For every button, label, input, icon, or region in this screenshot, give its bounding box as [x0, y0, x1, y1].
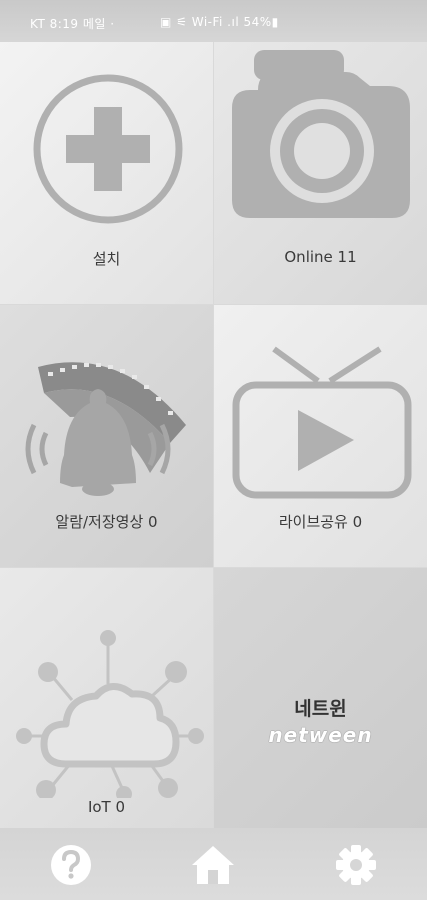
brand-logo-korean: 네트윈 [294, 698, 347, 720]
status-left: KT 8:19 메일 · [30, 17, 115, 31]
status-bar: KT 8:19 메일 · ▣ ⚟ Wi-Fi .ıl 54%▮ [0, 0, 427, 42]
brand-logo-english: netween [268, 723, 373, 747]
install-tile[interactable]: 설치 [0, 42, 213, 304]
bottom-nav-bar [0, 828, 427, 900]
status-right: ▣ ⚟ Wi-Fi .ıl 54%▮ [160, 15, 279, 29]
gear-icon [333, 842, 379, 888]
question-circle-icon [48, 842, 94, 888]
online-tile[interactable]: Online 11 [214, 42, 427, 304]
home-button[interactable] [190, 842, 236, 888]
main-menu-grid: 설치 Online 11 알람/저장영상 0 라이브공유 0 IoT 0 네트윈… [0, 42, 427, 828]
settings-button[interactable] [333, 842, 379, 888]
live-share-tile[interactable]: 라이브공유 0 [214, 305, 427, 567]
alarm-label: 알람/저장영상 0 [55, 513, 158, 531]
brand-tile: 네트윈 netween [214, 568, 427, 828]
live-share-label: 라이브공유 0 [278, 513, 363, 531]
iot-label: IoT 0 [87, 798, 126, 816]
home-icon [190, 842, 236, 888]
online-label: Online 11 [284, 248, 357, 266]
help-button[interactable] [48, 842, 94, 888]
alarm-tile[interactable]: 알람/저장영상 0 [0, 305, 213, 567]
install-label: 설치 [92, 250, 121, 268]
iot-tile[interactable]: IoT 0 [0, 568, 213, 828]
